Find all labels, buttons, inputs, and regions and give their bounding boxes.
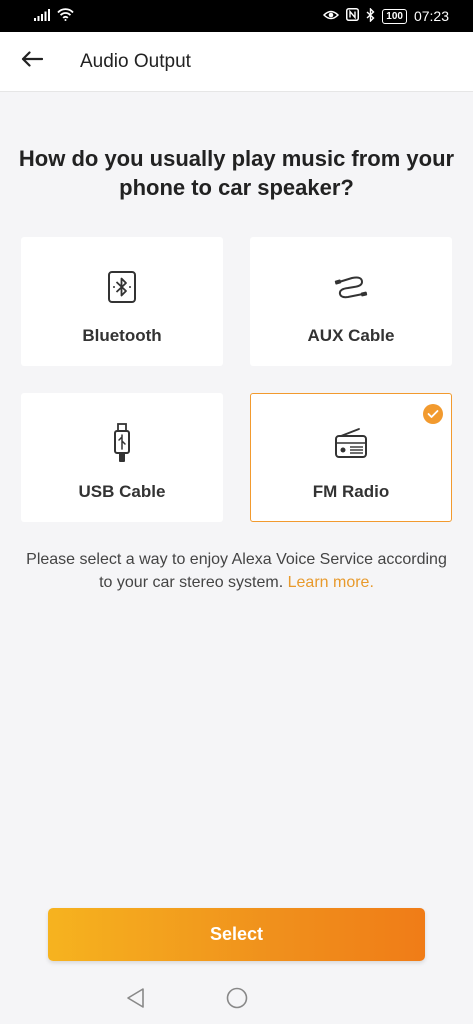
app-bar: Audio Output	[0, 32, 473, 92]
option-card-fm-radio[interactable]: FM Radio	[250, 393, 452, 522]
arrow-left-icon	[21, 51, 44, 72]
status-bar: 100 07:23	[0, 0, 473, 32]
option-card-usb-cable[interactable]: USB Cable	[21, 393, 223, 522]
learn-more-link[interactable]: Learn more.	[288, 574, 374, 591]
radio-icon	[334, 425, 368, 461]
option-label: FM Radio	[312, 481, 390, 501]
signal-icon	[34, 8, 50, 24]
back-button[interactable]	[0, 32, 64, 92]
battery-icon: 100	[382, 8, 407, 24]
nav-back-icon[interactable]	[124, 986, 146, 1015]
status-left	[34, 8, 74, 24]
nav-home-icon[interactable]	[225, 986, 249, 1015]
bluetooth-status-icon	[366, 6, 375, 25]
selected-check-icon	[423, 404, 443, 424]
status-right: 100 07:23	[323, 6, 449, 25]
usb-cable-icon	[112, 423, 132, 462]
description-text: Please select a way to enjoy Alexa Voice…	[0, 548, 473, 594]
aux-cable-icon	[334, 269, 368, 305]
wifi-icon	[57, 8, 74, 24]
option-card-bluetooth[interactable]: Bluetooth	[21, 237, 223, 366]
system-nav-bar	[0, 972, 473, 1024]
eye-icon	[323, 8, 340, 24]
option-label: USB Cable	[78, 482, 166, 501]
bluetooth-icon	[107, 269, 137, 305]
select-button[interactable]: Select	[48, 908, 425, 961]
status-time: 07:23	[413, 8, 449, 24]
option-label: Bluetooth	[82, 326, 162, 345]
nfc-icon	[346, 8, 360, 24]
question-heading: How do you usually play music from your …	[18, 146, 455, 200]
page-title: Audio Output	[80, 50, 191, 72]
option-label: AUX Cable	[307, 326, 395, 345]
option-card-aux-cable[interactable]: AUX Cable	[250, 237, 452, 366]
description-body: Please select a way to enjoy Alexa Voice…	[26, 551, 447, 591]
